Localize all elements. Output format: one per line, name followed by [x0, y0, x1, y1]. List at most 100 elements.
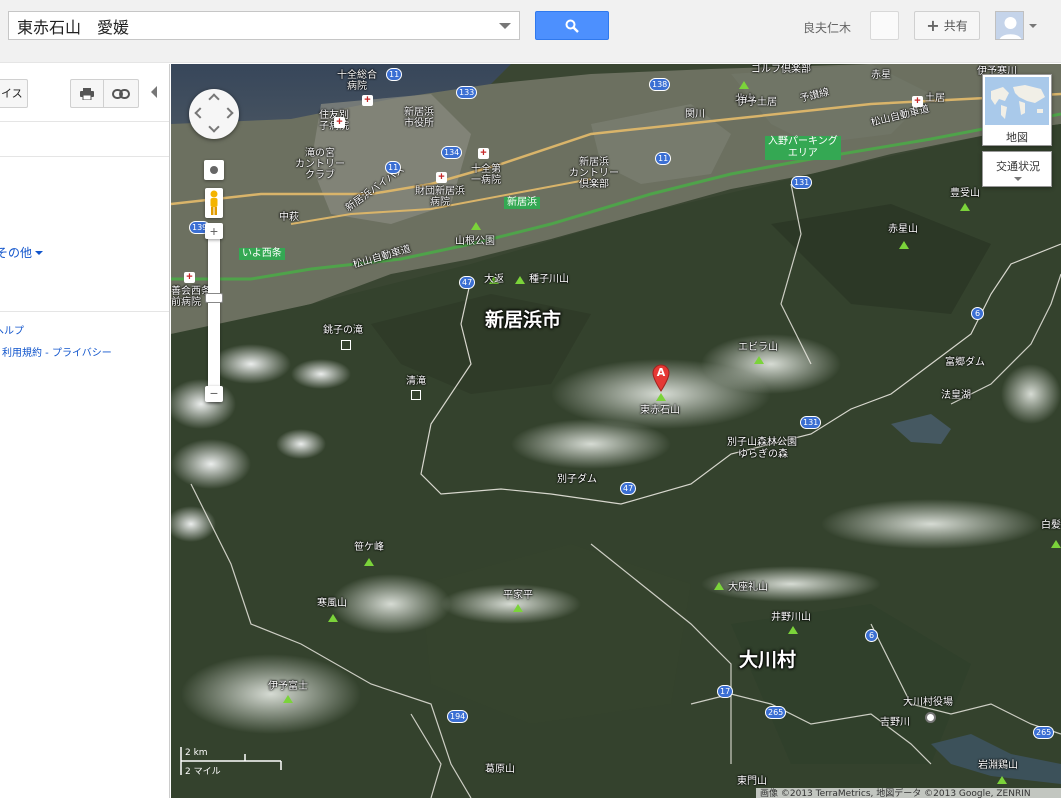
hospital-icon[interactable]: +: [436, 172, 447, 183]
search-box[interactable]: [8, 11, 520, 40]
map-place-label[interactable]: 土居: [925, 93, 945, 104]
avatar[interactable]: [995, 11, 1024, 40]
map-peak-label[interactable]: 白髪山: [1041, 520, 1061, 531]
town-hall-icon[interactable]: [925, 712, 936, 723]
map-city-label[interactable]: 新居浜市: [485, 309, 561, 331]
terms-privacy-link[interactable]: 利用規約 - プライバシー: [2, 344, 112, 359]
peak-icon[interactable]: [1051, 540, 1061, 548]
route-shield[interactable]: 265: [1033, 726, 1055, 739]
peak-icon[interactable]: [515, 276, 525, 284]
map-place-label[interactable]: 別子ダム: [557, 474, 597, 485]
route-shield[interactable]: 6: [865, 629, 878, 642]
user-name[interactable]: 良夫仁木: [803, 19, 851, 36]
map-canvas[interactable]: 新居浜市 大川村 東赤石山 大返 種子川山 エビラ山 笹ケ峰 寒風山 伊予富士 …: [171, 64, 1061, 798]
map-peak-label[interactable]: 大返: [484, 274, 504, 285]
map-peak-label[interactable]: 井野川山: [771, 612, 811, 623]
route-shield[interactable]: 17: [717, 685, 734, 698]
peak-icon[interactable]: [997, 776, 1007, 784]
search-dropdown-button[interactable]: [491, 12, 519, 39]
map-peak-label[interactable]: 山根公園: [455, 236, 495, 247]
map-peak-label[interactable]: 平家平: [503, 590, 533, 601]
map-place-label[interactable]: 富郷ダム: [945, 357, 985, 368]
map-peak-label[interactable]: 豊受山: [950, 188, 980, 199]
map-place-label[interactable]: 吉野川: [880, 717, 910, 728]
interchange-label[interactable]: いよ西条: [239, 248, 285, 260]
map-place-label[interactable]: 銚子の滝: [323, 325, 363, 336]
map-peak-label[interactable]: 寒風山: [317, 598, 347, 609]
route-shield[interactable]: 47: [459, 276, 476, 289]
peak-icon[interactable]: [788, 626, 798, 634]
route-shield[interactable]: 131: [791, 176, 813, 189]
peak-icon[interactable]: [328, 614, 338, 622]
map-place-label[interactable]: ゴルフ倶楽部: [751, 64, 811, 75]
device-button[interactable]: イス: [0, 79, 28, 108]
peak-icon[interactable]: [283, 695, 293, 703]
waterfall-icon[interactable]: [341, 340, 351, 350]
map-place-label[interactable]: 別子山森林公園: [727, 437, 797, 448]
traffic-layer-toggle[interactable]: 交通状況: [982, 151, 1052, 187]
map-type-toggle[interactable]: 地図: [982, 74, 1052, 146]
map-place-label[interactable]: 法皇湖: [941, 390, 971, 401]
map-city-label[interactable]: 大川村: [739, 649, 796, 671]
hospital-icon[interactable]: +: [334, 117, 345, 128]
peak-icon[interactable]: [739, 81, 749, 89]
map-place-label[interactable]: 関川: [685, 109, 705, 120]
map-place-label[interactable]: 中萩: [279, 212, 299, 223]
map-place-label[interactable]: 新居浜 市役所: [404, 107, 434, 129]
zoom-slider-handle[interactable]: [205, 293, 223, 303]
link-button[interactable]: [104, 79, 139, 108]
pan-down-icon[interactable]: [208, 121, 220, 133]
hospital-icon[interactable]: +: [184, 272, 195, 283]
map-peak-label[interactable]: 葛原山: [485, 764, 515, 775]
street-view-pegman[interactable]: [205, 188, 223, 218]
map-place-label[interactable]: 滝の宮 カントリー クラブ: [295, 148, 345, 181]
pan-left-icon[interactable]: [194, 107, 206, 119]
map-place-label[interactable]: 清滝: [406, 376, 426, 387]
pan-control[interactable]: [189, 89, 239, 139]
map-place-label[interactable]: 大川村役場: [903, 697, 953, 708]
hospital-icon[interactable]: +: [478, 148, 489, 159]
map-peak-label[interactable]: 笹ケ峰: [354, 542, 384, 553]
map-peak-label[interactable]: 赤星山: [888, 224, 918, 235]
route-shield[interactable]: 11: [385, 161, 402, 174]
map-place-label[interactable]: 伊予土居: [737, 97, 777, 108]
map-place-label[interactable]: 十全第 一病院: [471, 164, 501, 186]
peak-icon[interactable]: [960, 203, 970, 211]
peak-icon[interactable]: [656, 393, 666, 401]
peak-icon[interactable]: [364, 558, 374, 566]
map-peak-label[interactable]: 大座礼山: [728, 582, 768, 593]
help-link[interactable]: ヘルプ: [0, 322, 24, 337]
map-place-label[interactable]: 財団新居浜 病院: [415, 186, 465, 208]
map-place-label[interactable]: ゆらぎの森: [738, 449, 788, 460]
more-menu-link[interactable]: その他: [0, 244, 44, 261]
notifications-button[interactable]: [870, 11, 899, 40]
collapse-panel-icon[interactable]: [151, 86, 157, 98]
route-shield[interactable]: 194: [447, 710, 469, 723]
account-menu-caret-icon[interactable]: [1029, 24, 1037, 28]
search-input[interactable]: [9, 12, 491, 39]
map-peak-label[interactable]: 種子川山: [529, 274, 569, 285]
map-peak-label[interactable]: 岩淵鶏山: [978, 760, 1018, 771]
pan-right-icon[interactable]: [222, 107, 234, 119]
share-button[interactable]: + 共有: [914, 11, 980, 40]
pan-up-icon[interactable]: [208, 93, 220, 105]
route-shield[interactable]: 131: [800, 416, 822, 429]
location-marker-a[interactable]: A: [652, 364, 670, 392]
map-peak-label[interactable]: 東門山: [737, 776, 767, 787]
zoom-out-button[interactable]: −: [205, 386, 223, 402]
station-label[interactable]: 新居浜: [504, 197, 540, 209]
peak-icon[interactable]: [513, 604, 523, 612]
print-button[interactable]: [70, 79, 104, 108]
route-shield[interactable]: 11: [655, 152, 672, 165]
map-peak-label[interactable]: 伊予富士: [268, 681, 308, 692]
my-location-button[interactable]: [204, 160, 224, 180]
map-peak-label[interactable]: 東赤石山: [640, 405, 680, 416]
peak-icon[interactable]: [714, 582, 724, 590]
map-place-label[interactable]: 新居浜 カントリー 倶楽部: [569, 157, 619, 190]
map-peak-label[interactable]: エビラ山: [738, 342, 778, 353]
zoom-in-button[interactable]: +: [205, 223, 223, 239]
map-place-label[interactable]: 十全総合 病院: [337, 70, 377, 92]
peak-icon[interactable]: [899, 241, 909, 249]
route-shield[interactable]: 47: [620, 482, 637, 495]
route-shield[interactable]: 133: [456, 86, 478, 99]
